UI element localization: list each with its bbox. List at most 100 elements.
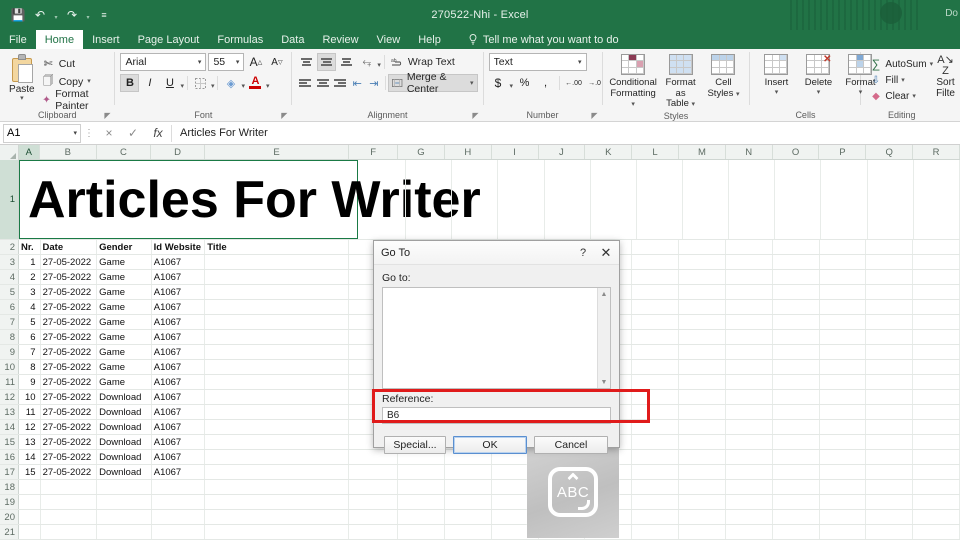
cell[interactable]: 27-05-2022 <box>41 390 98 404</box>
cell[interactable] <box>868 160 914 239</box>
cell[interactable] <box>866 345 913 359</box>
font-color-dropdown-icon[interactable]: ▾ <box>266 77 270 90</box>
row-header-4[interactable]: 4 <box>0 270 19 284</box>
percent-format-button[interactable]: % <box>515 74 534 92</box>
cell[interactable] <box>913 255 960 269</box>
cell[interactable] <box>866 255 913 269</box>
column-header-G[interactable]: G <box>398 145 445 159</box>
cell[interactable]: 12 <box>19 420 41 434</box>
cell[interactable] <box>726 315 773 329</box>
cell[interactable] <box>205 420 349 434</box>
cell[interactable]: 9 <box>19 375 41 389</box>
row-header-16[interactable]: 16 <box>0 450 19 464</box>
row-header-15[interactable]: 15 <box>0 435 19 449</box>
cell[interactable] <box>726 525 773 539</box>
fat-dropdown-icon[interactable]: ▾ <box>692 101 696 108</box>
cell[interactable] <box>152 510 206 524</box>
special-button[interactable]: Special... <box>384 436 446 454</box>
cell[interactable]: Game <box>97 330 152 344</box>
cell[interactable]: Download <box>97 390 152 404</box>
cell[interactable] <box>632 315 679 329</box>
go-to-list[interactable]: ▲ ▼ <box>382 287 611 389</box>
clear-button[interactable]: ◆ Clear ▾ <box>866 88 936 104</box>
cell[interactable] <box>97 510 152 524</box>
cell[interactable] <box>820 300 867 314</box>
sort-and-filter-button[interactable]: A↘ Z Sort Filte <box>936 53 955 99</box>
cell[interactable] <box>913 360 960 374</box>
name-box-dropdown-icon[interactable]: ▾ <box>73 129 77 137</box>
cell[interactable]: 6 <box>19 330 41 344</box>
cell[interactable] <box>679 375 726 389</box>
font-name-dropdown-icon[interactable]: ▾ <box>196 58 204 66</box>
cell[interactable] <box>913 285 960 299</box>
cell[interactable] <box>679 525 726 539</box>
help-icon[interactable]: ? <box>573 247 593 259</box>
cell[interactable] <box>913 435 960 449</box>
cell[interactable] <box>773 315 820 329</box>
paste-dropdown-icon[interactable]: ▾ <box>20 95 24 102</box>
cell[interactable] <box>632 375 679 389</box>
cell[interactable] <box>679 270 726 284</box>
autosum-button[interactable]: ∑ AutoSum ▾ <box>866 56 936 72</box>
cell[interactable] <box>866 435 913 449</box>
cell[interactable] <box>726 300 773 314</box>
cell[interactable] <box>773 405 820 419</box>
cell[interactable]: A1067 <box>152 360 206 374</box>
column-header-B[interactable]: B <box>40 145 97 159</box>
cell[interactable] <box>773 465 820 479</box>
cell[interactable] <box>406 160 452 239</box>
cell[interactable] <box>97 495 152 509</box>
column-header-C[interactable]: C <box>97 145 152 159</box>
cell[interactable] <box>775 160 821 239</box>
clipboard-dialog-launcher[interactable]: ◤ <box>104 111 110 120</box>
cell[interactable] <box>773 330 820 344</box>
cell[interactable] <box>632 390 679 404</box>
column-header-D[interactable]: D <box>151 145 205 159</box>
cell[interactable] <box>679 300 726 314</box>
cell[interactable] <box>866 405 913 419</box>
cell[interactable] <box>632 405 679 419</box>
cell[interactable] <box>679 450 726 464</box>
clear-dropdown-icon[interactable]: ▾ <box>912 93 916 100</box>
cell[interactable]: A1067 <box>152 405 206 419</box>
cell[interactable] <box>726 375 773 389</box>
cell[interactable] <box>398 525 445 539</box>
cell[interactable]: 27-05-2022 <box>41 300 98 314</box>
cell[interactable]: Game <box>97 315 152 329</box>
cell[interactable]: 27-05-2022 <box>41 405 98 419</box>
cell[interactable] <box>97 525 152 539</box>
cell[interactable] <box>726 510 773 524</box>
tab-help[interactable]: Help <box>409 30 450 49</box>
cut-button[interactable]: ✄ Cut <box>39 55 110 72</box>
cell[interactable] <box>914 160 960 239</box>
column-header-L[interactable]: L <box>632 145 679 159</box>
cell[interactable] <box>683 160 729 239</box>
cell[interactable] <box>866 240 913 254</box>
cell[interactable]: Game <box>97 285 152 299</box>
cell[interactable] <box>726 480 773 494</box>
cell[interactable] <box>866 480 913 494</box>
cell[interactable] <box>632 495 679 509</box>
cell[interactable] <box>19 495 41 509</box>
cell[interactable] <box>632 465 679 479</box>
cell[interactable]: 10 <box>19 390 41 404</box>
cell[interactable] <box>913 315 960 329</box>
cell[interactable] <box>773 345 820 359</box>
cell[interactable] <box>679 240 726 254</box>
cell[interactable] <box>773 255 820 269</box>
cell[interactable] <box>679 420 726 434</box>
cell[interactable] <box>452 160 498 239</box>
cell[interactable] <box>729 160 775 239</box>
paste-button[interactable]: Paste ▾ <box>5 52 39 102</box>
cell[interactable]: 27-05-2022 <box>41 285 98 299</box>
cell[interactable] <box>820 435 867 449</box>
cell[interactable]: Download <box>97 450 152 464</box>
cell[interactable]: 5 <box>19 315 41 329</box>
cell[interactable]: A1067 <box>152 285 206 299</box>
column-label-cell[interactable]: Date <box>41 240 98 254</box>
number-format-combo[interactable]: Text ▾ <box>489 53 587 71</box>
cell[interactable] <box>820 240 867 254</box>
tab-insert[interactable]: Insert <box>83 30 129 49</box>
cell[interactable] <box>632 480 679 494</box>
column-header-I[interactable]: I <box>492 145 539 159</box>
